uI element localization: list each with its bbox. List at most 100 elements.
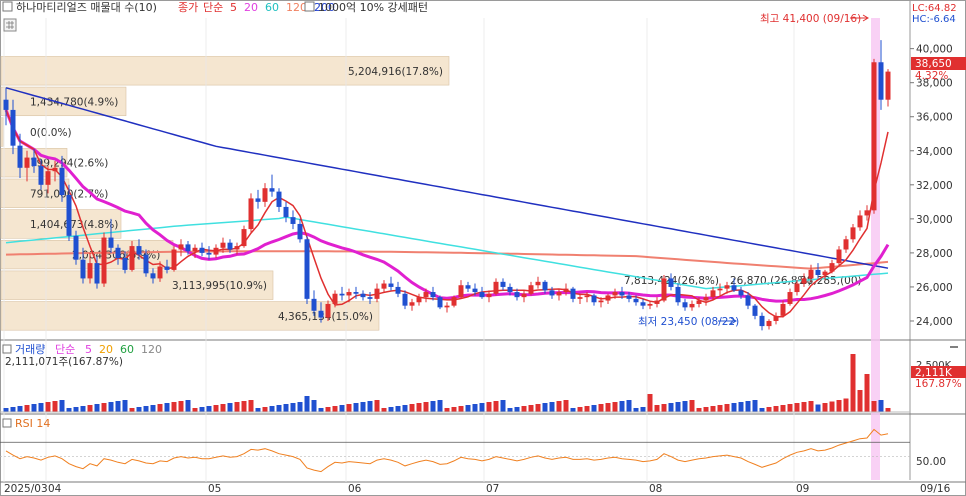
price-type-label: 종가 [178,1,198,14]
volume-bar [605,403,611,412]
candle-body [864,210,870,216]
price-label: 34,000 [916,146,953,158]
volume-bar [199,407,205,412]
volume-bar [3,408,9,412]
candle-body [689,303,695,308]
x-axis-label: 09 [796,483,809,495]
volume-ma-period-20: 20 [99,343,113,356]
volume-toggle-icon[interactable] [2,344,12,354]
volume-bar [857,390,863,412]
low-annotation: 최저 23,450 (08/22) [638,316,739,328]
volume-bar [668,403,674,412]
candle-body [696,300,702,304]
candle-body [731,285,737,291]
volume-bar [591,405,597,412]
volume-profile-bar [0,117,4,147]
volume-bar [185,400,191,412]
volume-bar [388,407,394,412]
candle-body [325,303,331,318]
volume-bar [878,400,884,412]
current-price: 38,650 [915,58,952,70]
volume-bar [619,401,625,412]
volume-bar [563,400,569,412]
pattern-toggle-icon[interactable] [304,1,315,12]
candle-body [486,293,492,298]
candle-body [185,244,191,252]
volume-bar [437,400,443,412]
candle-body [514,292,520,298]
candle-body [381,283,387,289]
x-axis-label: 07 [486,483,499,495]
panel-toggle-icon[interactable] [2,1,13,12]
volume-bar [423,402,429,412]
volume-bar [773,406,779,412]
volume-bar [521,406,527,412]
volume-bar [213,405,219,412]
volume-bar [269,406,275,412]
candle-body [241,229,247,247]
candle-body [136,246,142,255]
candle-body [31,157,37,167]
volume-bar [626,400,632,412]
candle-body [717,288,723,291]
candle-body [220,242,226,248]
candle-body [458,285,464,298]
candle-body [507,286,513,293]
volume-bar [451,407,457,412]
candle-body [248,198,254,230]
volume-bar [654,405,660,412]
volume-bar [66,408,72,412]
candle-body [626,295,632,299]
candle-body [661,278,667,301]
volume-bar [220,404,226,412]
candle-body [395,286,401,294]
candle-body [108,237,114,248]
candle-body [255,198,261,202]
volume-bar [815,404,821,412]
candle-body [773,315,779,321]
candle-body [59,167,65,196]
candle-body [801,278,807,284]
candle-body [682,302,688,308]
volume-bar [822,403,828,412]
volume-bar [633,408,639,412]
candle-body [24,157,30,168]
volume-bar [850,354,856,412]
candle-body [213,247,219,255]
ma-period-20: 20 [244,1,258,14]
candle-body [409,302,415,306]
candle-body [794,283,800,293]
candle-body [262,188,268,202]
candle-body [360,293,366,298]
volume-bar [598,404,604,412]
volume-bar [248,400,254,412]
volume-bar [17,406,23,412]
volume-bar [276,405,282,412]
volume-bar [528,405,534,412]
volume-bar [402,405,408,412]
volume-bar [514,407,520,412]
candle-body [444,305,450,308]
volume-ma-period-120: 120 [141,343,162,356]
candle-body [556,292,562,296]
candle-body [374,288,380,299]
candle-body [157,266,163,279]
candle-body [766,320,772,327]
rsi-toggle-icon[interactable] [2,418,12,428]
volume-bar [227,403,233,412]
volume-bar [416,403,422,412]
candle-body [192,247,198,252]
volume-bar [787,404,793,412]
candle-body [787,292,793,304]
candle-body [836,249,842,264]
candle-body [479,292,485,298]
candle-body [283,206,289,218]
volume-bar [304,396,310,412]
volume-bar [500,400,506,412]
x-axis-label: 08 [649,483,662,495]
hc-label: HC:-6.64 [912,14,956,25]
candle-body [80,259,86,279]
grid-settings-icon[interactable] [3,18,17,32]
candle-body [668,278,674,287]
candle-body [591,295,597,303]
